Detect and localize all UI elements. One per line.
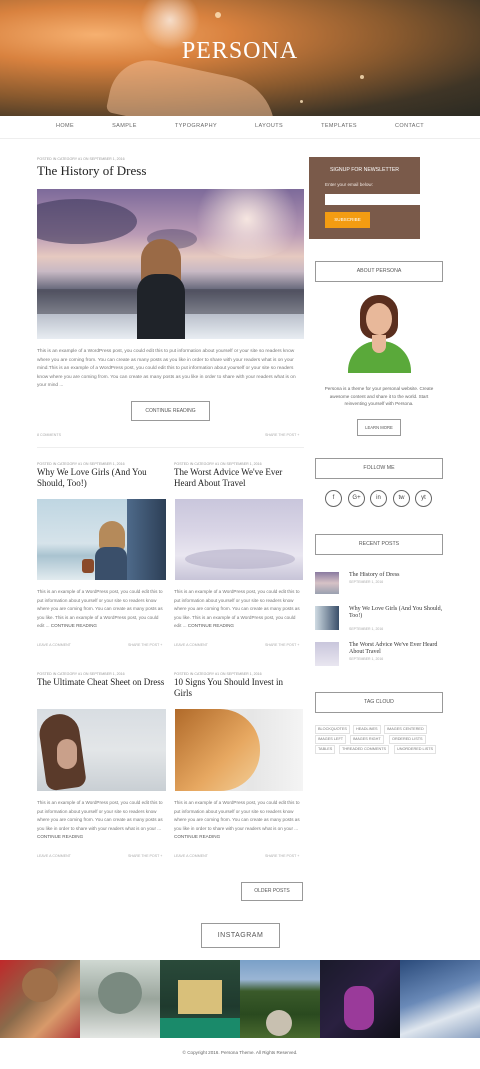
post-thumbnail[interactable]: [175, 709, 303, 791]
tag-link[interactable]: IMAGES LEFT: [315, 735, 347, 744]
post-title[interactable]: 10 Signs You Should Invest in Girls: [174, 677, 302, 699]
tag-link[interactable]: ORDERED LISTS: [389, 735, 426, 744]
nav-contact[interactable]: CONTACT: [395, 116, 424, 138]
tag-link[interactable]: IMAGES RIGHT: [350, 735, 384, 744]
leave-comment-link[interactable]: LEAVE A COMMENT: [174, 643, 208, 647]
post-excerpt: This is an example of a WordPress post, …: [174, 589, 300, 628]
recent-post-date: SEPTEMBER 1, 2016: [349, 580, 384, 584]
leave-comment-link[interactable]: LEAVE A COMMENT: [37, 643, 71, 647]
continue-reading-button[interactable]: CONTINUE READING: [131, 401, 210, 421]
newsletter-widget: SIGNUP FOR NEWSLETTER Enter your email b…: [309, 157, 432, 239]
post-meta: POSTED IN CATEGORY #1 ON SEPTEMBER 1, 20…: [37, 462, 125, 466]
about-widget-title: ABOUT PERSONA: [315, 261, 443, 282]
continue-reading-link[interactable]: CONTINUE READING: [188, 623, 234, 628]
recent-post-thumbnail[interactable]: [315, 642, 339, 666]
email-field[interactable]: [325, 194, 432, 205]
instagram-photo[interactable]: [320, 960, 400, 1038]
comments-link[interactable]: 8 COMMENTS: [37, 433, 61, 437]
newsletter-label: Enter your email below:: [325, 182, 374, 187]
nav-sample[interactable]: SAMPLE: [112, 116, 137, 138]
nav-layouts[interactable]: LAYOUTS: [255, 116, 283, 138]
tag-link[interactable]: HEADLINES: [353, 725, 381, 734]
instagram-photo[interactable]: [80, 960, 160, 1038]
share-post-link[interactable]: SHARE THE POST +: [128, 643, 162, 647]
post-thumbnail[interactable]: [37, 709, 166, 791]
recent-post-thumbnail[interactable]: [315, 572, 339, 594]
recent-post-title[interactable]: The Worst Advice We've Ever Heard About …: [349, 642, 443, 656]
post-excerpt: This is an example of a WordPress post, …: [37, 589, 163, 628]
instagram-photo[interactable]: [240, 960, 320, 1038]
share-post-link[interactable]: SHARE THE POST +: [265, 433, 299, 437]
recent-post-date: SEPTEMBER 1, 2016: [349, 657, 384, 661]
light-spark: [215, 12, 221, 18]
instagram-photo[interactable]: [160, 960, 240, 1038]
recent-post-date: SEPTEMBER 1, 2016: [349, 627, 384, 631]
continue-reading-link[interactable]: CONTINUE READING: [51, 623, 97, 628]
tag-link[interactable]: BLOCKQUOTES: [315, 725, 350, 734]
youtube-icon[interactable]: yt: [415, 490, 432, 507]
post-thumbnail[interactable]: [37, 499, 166, 580]
post-meta: POSTED IN CATEGORY #1 ON SEPTEMBER 1, 20…: [174, 462, 262, 466]
light-spark: [360, 75, 364, 79]
tag-link[interactable]: TABLES: [315, 745, 336, 754]
light-spark: [300, 100, 303, 103]
learn-more-button[interactable]: LEARN MORE: [357, 419, 401, 436]
facebook-icon[interactable]: f: [325, 490, 342, 507]
recent-posts-title: RECENT POSTS: [315, 534, 443, 555]
author-avatar: [346, 293, 413, 373]
instagram-title[interactable]: INSTAGRAM: [201, 923, 280, 948]
tag-link[interactable]: THREADED COMMENTS: [339, 745, 390, 754]
post-thumbnail[interactable]: [175, 499, 303, 580]
continue-reading-link[interactable]: CONTINUE READING: [37, 834, 83, 839]
instagram-photo[interactable]: [0, 960, 80, 1038]
older-posts-button[interactable]: OLDER POSTS: [241, 882, 303, 901]
subscribe-button[interactable]: SUBSCRIBE: [325, 212, 370, 228]
footer-copyright: © Copyright 2016. Persona Theme. All Rig…: [182, 1050, 298, 1055]
featured-post-image[interactable]: [37, 189, 304, 339]
divider: [37, 447, 304, 448]
post-excerpt: This is an example of a WordPress post, …: [37, 800, 163, 839]
newsletter-title: SIGNUP FOR NEWSLETTER: [329, 167, 400, 173]
site-title[interactable]: PERSONA: [0, 38, 480, 65]
post-title[interactable]: The Worst Advice We've Ever Heard About …: [174, 467, 302, 489]
post-meta: POSTED IN CATEGORY #1 ON SEPTEMBER 1, 20…: [174, 672, 262, 676]
post-meta: POSTED IN CATEGORY #1 ON SEPTEMBER 1, 20…: [37, 157, 125, 161]
nav-templates[interactable]: TEMPLATES: [321, 116, 357, 138]
post-excerpt: This is an example of a WordPress post, …: [37, 349, 296, 388]
share-post-link[interactable]: SHARE THE POST +: [265, 643, 299, 647]
post-meta: POSTED IN CATEGORY #1 ON SEPTEMBER 1, 20…: [37, 672, 125, 676]
recent-post-title[interactable]: Why We Love Girls (And You Should, Too!): [349, 606, 443, 620]
nav-typography[interactable]: TYPOGRAPHY: [175, 116, 217, 138]
post-excerpt: This is an example of a WordPress post, …: [174, 800, 300, 839]
recent-post-title[interactable]: The History of Dress: [349, 572, 443, 579]
post-title[interactable]: The History of Dress: [37, 163, 146, 179]
google-plus-icon[interactable]: G+: [348, 490, 365, 507]
follow-widget-title: FOLLOW ME: [315, 458, 443, 479]
main-navigation: HOME SAMPLE TYPOGRAPHY LAYOUTS TEMPLATES…: [0, 116, 480, 139]
leave-comment-link[interactable]: LEAVE A COMMENT: [174, 854, 208, 858]
post-title[interactable]: Why We Love Girls (And You Should, Too!): [37, 467, 165, 489]
leave-comment-link[interactable]: LEAVE A COMMENT: [37, 854, 71, 858]
tag-link[interactable]: IMAGES CENTERED: [384, 725, 427, 734]
recent-post-thumbnail[interactable]: [315, 606, 339, 630]
continue-reading-link[interactable]: CONTINUE READING: [174, 834, 220, 839]
about-text: Persona is a theme for your personal web…: [324, 386, 434, 406]
share-post-link[interactable]: SHARE THE POST +: [128, 854, 162, 858]
tag-cloud-title: TAG CLOUD: [315, 692, 443, 713]
nav-home[interactable]: HOME: [56, 116, 74, 138]
tag-link[interactable]: UNORDERED LISTS: [394, 745, 437, 754]
instagram-photo[interactable]: [400, 960, 480, 1038]
post-title[interactable]: The Ultimate Cheat Sheet on Dress: [37, 677, 165, 688]
linkedin-icon[interactable]: in: [370, 490, 387, 507]
twitter-icon[interactable]: tw: [393, 490, 410, 507]
share-post-link[interactable]: SHARE THE POST +: [265, 854, 299, 858]
